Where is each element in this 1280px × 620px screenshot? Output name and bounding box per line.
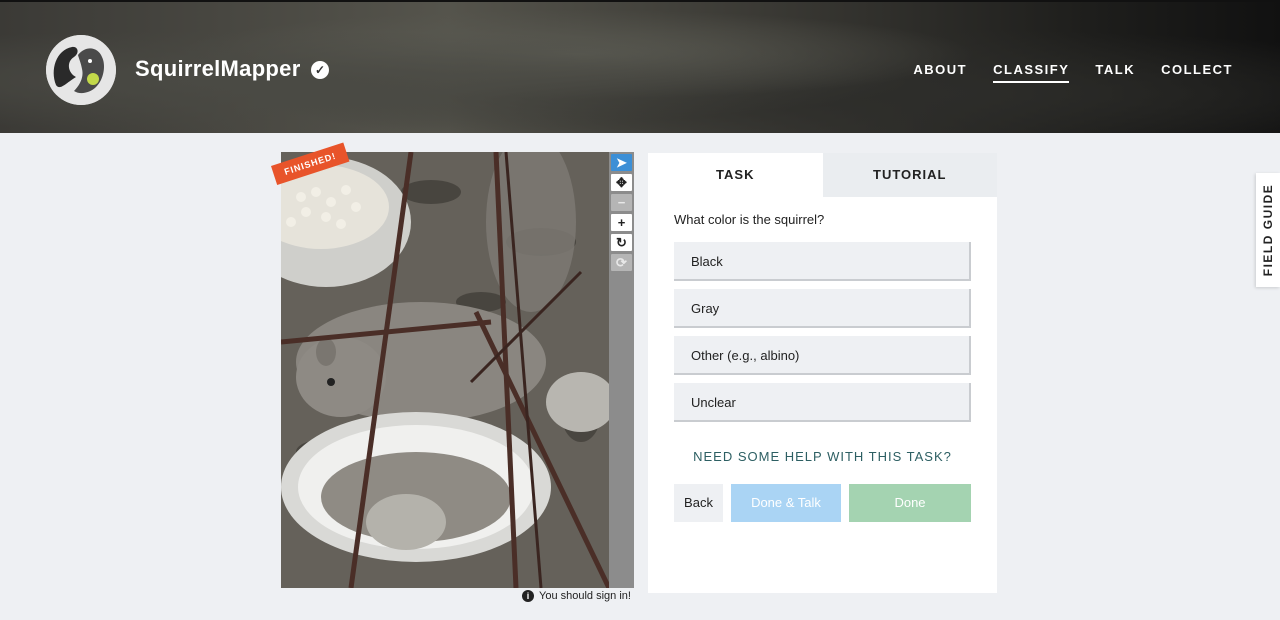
done-button[interactable]: Done	[849, 484, 971, 522]
squirrel-photo	[281, 152, 609, 588]
help-link[interactable]: NEED SOME HELP WITH THIS TASK?	[648, 449, 997, 464]
rotate-icon[interactable]: ↻	[611, 234, 632, 251]
reset-icon[interactable]: ⟳	[611, 254, 632, 271]
answer-gray[interactable]: Gray	[674, 289, 971, 328]
check-circle-icon: ✓	[311, 61, 329, 79]
tab-tutorial[interactable]: TUTORIAL	[822, 153, 997, 197]
pan-icon[interactable]: ✥	[611, 174, 632, 191]
task-question: What color is the squirrel?	[674, 212, 825, 227]
main-nav: ABOUT CLASSIFY TALK COLLECT	[913, 62, 1233, 83]
header-banner: SquirrelMapper ✓ ABOUT CLASSIFY TALK COL…	[0, 0, 1280, 133]
project-logo[interactable]	[46, 35, 116, 105]
tab-task[interactable]: TASK	[648, 153, 823, 197]
signin-note: i You should sign in!	[522, 590, 631, 602]
zoom-in-icon[interactable]: +	[611, 214, 632, 231]
back-button[interactable]: Back	[674, 484, 723, 522]
task-tabs: TASK TUTORIAL	[648, 153, 997, 197]
zoom-out-icon[interactable]: −	[611, 194, 632, 211]
squirrel-logo-icon	[46, 35, 116, 105]
nav-talk[interactable]: TALK	[1095, 62, 1135, 83]
image-toolbar: ➤ ✥ − + ↻ ⟳	[609, 152, 634, 588]
nav-collect[interactable]: COLLECT	[1161, 62, 1233, 83]
nav-about[interactable]: ABOUT	[913, 62, 967, 83]
answer-black[interactable]: Black	[674, 242, 971, 281]
answer-unclear[interactable]: Unclear	[674, 383, 971, 422]
info-icon: i	[522, 590, 534, 602]
pointer-icon[interactable]: ➤	[611, 154, 632, 171]
signin-text: You should sign in!	[539, 590, 631, 602]
nav-classify[interactable]: CLASSIFY	[993, 62, 1070, 83]
field-guide-label: FIELD GUIDE	[1261, 183, 1275, 277]
subject-image[interactable]	[281, 152, 609, 588]
site-title[interactable]: SquirrelMapper	[135, 56, 301, 82]
done-and-talk-button[interactable]: Done & Talk	[731, 484, 841, 522]
field-guide-tab[interactable]: FIELD GUIDE	[1256, 173, 1280, 287]
answer-other[interactable]: Other (e.g., albino)	[674, 336, 971, 375]
task-panel: TASK TUTORIAL What color is the squirrel…	[648, 153, 997, 593]
